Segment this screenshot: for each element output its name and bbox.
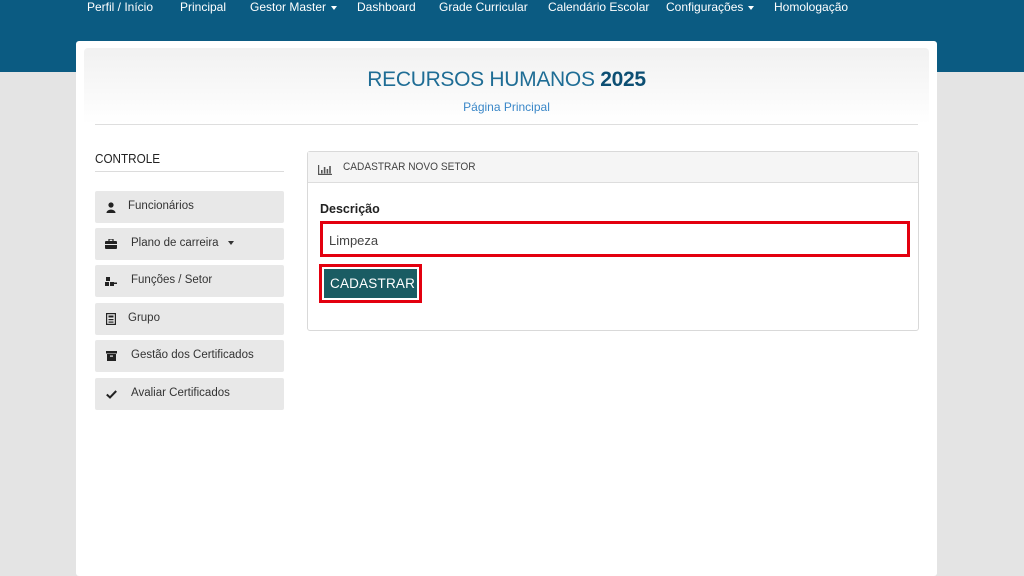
nav-item-dashboard[interactable]: Dashboard — [357, 0, 416, 14]
caret-down-icon — [331, 5, 338, 10]
form-card-title: CADASTRAR NOVO SETOR — [343, 161, 476, 173]
descricao-input[interactable] — [327, 226, 901, 254]
nav-item-gestor-master-label: Gestor Master — [250, 0, 327, 14]
sidebar-title: CONTROLE — [95, 151, 161, 166]
caret-down-icon — [227, 240, 234, 245]
sidebar-item-avaliar-certificados[interactable]: Avaliar Certificados — [95, 378, 284, 410]
sidebar-item-label: Avaliar Certificados — [131, 387, 230, 399]
archive-icon — [105, 350, 117, 362]
sidebar-item-gestao-certificados[interactable]: Gestão dos Certificados — [95, 340, 284, 372]
page-title-year: 2025 — [600, 68, 646, 91]
header-divider — [95, 124, 918, 125]
nav-item-calendario[interactable]: Calendário Escolar — [548, 0, 649, 14]
sidebar-divider — [95, 171, 284, 172]
page-title: RECURSOS HUMANOS 2025 — [84, 68, 929, 92]
nav-item-homologacao[interactable]: Homologação — [774, 0, 848, 14]
sidebar-item-label: Gestão dos Certificados — [131, 349, 254, 361]
nav-item-configuracoes-label: Configurações — [666, 0, 744, 14]
nav-item-principal[interactable]: Principal — [180, 0, 226, 14]
check-icon — [105, 388, 117, 400]
nav-item-gestor-master[interactable]: Gestor Master — [250, 0, 338, 14]
form-card: CADASTRAR NOVO SETOR Descrição CADASTRAR — [307, 151, 919, 331]
sidebar-item-funcoes-setor[interactable]: Funções / Setor — [95, 265, 284, 297]
briefcase-icon — [105, 238, 117, 250]
user-icon — [105, 201, 117, 213]
nav-item-grade-curricular[interactable]: Grade Curricular — [439, 0, 528, 14]
caret-down-icon — [748, 5, 755, 10]
nav-item-perfil[interactable]: Perfil / Início — [87, 0, 153, 14]
sitemap-icon — [105, 275, 117, 287]
sidebar-item-plano-label: Plano de carreira — [131, 237, 219, 249]
sidebar-item-grupo[interactable]: Grupo — [95, 303, 284, 335]
page-header: RECURSOS HUMANOS 2025 Página Principal — [84, 48, 929, 124]
sidebar-item-label: Funcionários — [128, 200, 194, 212]
descricao-field-highlight — [320, 221, 910, 257]
cadastrar-button[interactable]: CADASTRAR — [324, 269, 417, 298]
main-panel: RECURSOS HUMANOS 2025 Página Principal C… — [76, 41, 937, 576]
page-title-main: RECURSOS HUMANOS — [367, 68, 595, 91]
bar-chart-icon — [318, 162, 332, 175]
building-icon — [105, 313, 117, 325]
sidebar-item-label: Funções / Setor — [131, 274, 213, 286]
form-card-header: CADASTRAR NOVO SETOR — [308, 152, 918, 183]
sidebar-item-funcionarios[interactable]: Funcionários — [95, 191, 284, 223]
breadcrumb-link[interactable]: Página Principal — [84, 100, 929, 114]
sidebar-item-label: Grupo — [128, 312, 160, 324]
descricao-label: Descrição — [320, 202, 380, 216]
cadastrar-button-highlight: CADASTRAR — [319, 264, 422, 303]
nav-item-configuracoes[interactable]: Configurações — [666, 0, 755, 14]
sidebar-item-label: Plano de carreira — [131, 237, 234, 249]
sidebar-item-plano-carreira[interactable]: Plano de carreira — [95, 228, 284, 260]
